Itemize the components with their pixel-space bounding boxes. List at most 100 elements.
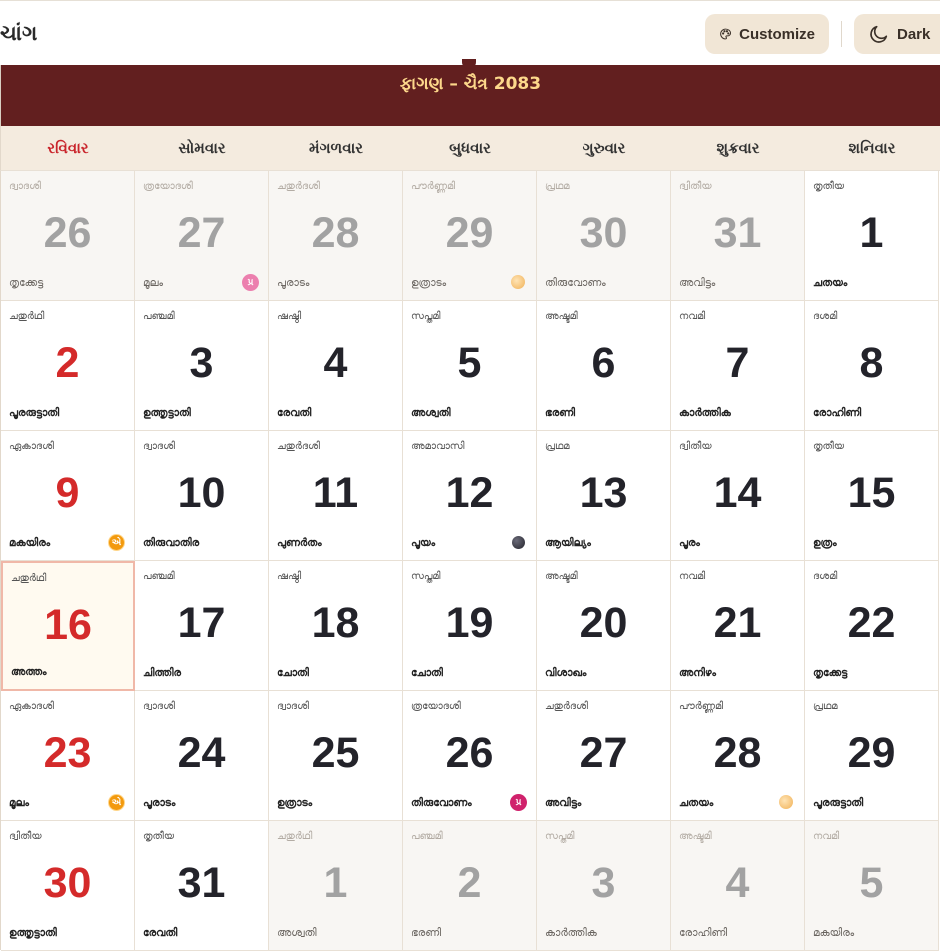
calendar-grid: ദ്വാദശി 26 തൃക്കേട്ട ത്രയോദശി 27 മൂലം પ્ર ചതുർദ… <box>0 170 940 951</box>
calendar-day[interactable]: ഷഷ്ഠി 4 രേവതി <box>269 301 403 431</box>
nakshatra-label: രേവതി <box>143 927 178 939</box>
calendar-day[interactable]: അമാവാസി 12 പൂയം <box>403 431 537 561</box>
calendar-day[interactable]: നവമി 5 മകയിരം <box>805 821 939 951</box>
tithi-label: ചതുർഥി <box>11 573 47 584</box>
tithi-label: പഞ്ചമി <box>143 311 175 322</box>
calendar-day[interactable]: പഞ്ചമി 3 ഉത്തൃട്ടാതി <box>135 301 269 431</box>
calendar-day[interactable]: തൃതീയ 15 ഉത്രം <box>805 431 939 561</box>
nakshatra-label: മകയിരം <box>813 927 855 939</box>
calendar-day[interactable]: അഷ്ടമി 6 ഭരണി <box>537 301 671 431</box>
tithi-label: ദശമി <box>813 311 838 322</box>
calendar-day[interactable]: ദ്വിതീയ 31 അവിട്ടം <box>671 171 805 301</box>
nakshatra-label: വിശാഖം <box>545 667 587 679</box>
event-badge: એ <box>108 794 125 811</box>
calendar-day-today[interactable]: ചതുർഥി 16 അത്തം <box>1 561 135 691</box>
calendar-day[interactable]: അഷ്ടമി 20 വിശാഖം <box>537 561 671 691</box>
tithi-label: സപ്തമി <box>411 571 441 582</box>
day-number: 15 <box>847 469 896 517</box>
calendar-day[interactable]: ദ്വിതീയ 30 ഉത്തൃട്ടാതി <box>1 821 135 951</box>
calendar-day[interactable]: പ്രഥമ 29 പൂരരുട്ടാതി <box>805 691 939 821</box>
calendar-day[interactable]: സപ്തമി 3 കാർത്തിക <box>537 821 671 951</box>
day-number: 6 <box>591 339 616 387</box>
customize-label: Customize <box>739 25 815 43</box>
calendar-day[interactable]: പൗർണ്ണമി 29 ഉത്രാടം <box>403 171 537 301</box>
tithi-label: നവമി <box>813 831 840 842</box>
nakshatra-label: മൂലം <box>143 277 163 289</box>
calendar-day[interactable]: ദ്വിതീയ 14 പൂരം <box>671 431 805 561</box>
calendar-day[interactable]: തൃതീയ 31 രേവതി <box>135 821 269 951</box>
calendar-day[interactable]: പ്രഥമ 13 ആയില്യം <box>537 431 671 561</box>
day-number: 1 <box>323 859 348 907</box>
nakshatra-label: ഭരണി <box>545 407 576 419</box>
calendar-day[interactable]: പഞ്ചമി 17 ചിത്തിര <box>135 561 269 691</box>
day-number: 20 <box>579 599 628 647</box>
weekday-tuesday: મંગળવાર <box>308 139 363 157</box>
calendar-day[interactable]: പ്രഥമ 30 തിരുവോണം <box>537 171 671 301</box>
calendar-day[interactable]: ഏകാദശി 23 മൂലം એ <box>1 691 135 821</box>
day-number: 1 <box>859 209 884 257</box>
nakshatra-label: അനിഴം <box>679 667 717 679</box>
dark-mode-button[interactable]: Dark <box>854 14 940 54</box>
calendar-day[interactable]: ദ്വാദശി 26 തൃക്കേട്ട <box>1 171 135 301</box>
calendar-day[interactable]: അഷ്ടമി 4 രോഹിണി <box>671 821 805 951</box>
calendar-day[interactable]: ചതുർദശി 11 പുണർതം <box>269 431 403 561</box>
tithi-label: ദ്വിതീയ <box>9 831 42 842</box>
calendar-day[interactable]: ചതുർഥി 1 അശ്വതി <box>269 821 403 951</box>
day-number: 29 <box>445 209 494 257</box>
calendar-day[interactable]: ഏകാദശി 9 മകയിരം એ <box>1 431 135 561</box>
full-moon-icon <box>511 275 525 289</box>
nakshatra-label: തിരുവോണം <box>411 797 472 809</box>
day-number: 5 <box>457 339 482 387</box>
day-number: 16 <box>44 601 92 649</box>
dark-label: Dark <box>897 25 931 43</box>
tithi-label: തൃതീയ <box>143 831 175 842</box>
calendar-day[interactable]: ത്രയോദശി 26 തിരുവോണം પ્ર <box>403 691 537 821</box>
calendar-day[interactable]: നവമി 21 അനിഴം <box>671 561 805 691</box>
calendar-day[interactable]: ചതുർഥി 2 പൂരരുട്ടാതി <box>1 301 135 431</box>
nakshatra-label: ഉത്തൃട്ടാതി <box>143 407 191 419</box>
header-notch <box>462 59 476 69</box>
tithi-label: ത്രയോദശി <box>143 181 193 192</box>
calendar-day[interactable]: സപ്തമി 5 അശ്വതി <box>403 301 537 431</box>
calendar-day[interactable]: ചതുർദശി 27 അവിട്ടം <box>537 691 671 821</box>
calendar-day[interactable]: പൗർണ്ണമി 28 ചതയം <box>671 691 805 821</box>
day-number: 23 <box>43 729 92 777</box>
calendar-day[interactable]: തൃതീയ 1 ചതയം <box>805 171 939 301</box>
weekday-friday: શુક્રવાર <box>716 139 760 157</box>
tithi-label: ദ്വിതീയ <box>679 181 712 192</box>
calendar-day[interactable]: ദശമി 8 രോഹിണി <box>805 301 939 431</box>
tithi-label: അഷ്ടമി <box>545 311 578 322</box>
day-number: 4 <box>323 339 348 387</box>
day-number: 14 <box>713 469 762 517</box>
day-number: 8 <box>859 339 884 387</box>
calendar-day[interactable]: ദ്വാദശി 24 പൂരാടം <box>135 691 269 821</box>
calendar-day[interactable]: പഞ്ചമി 2 ഭരണി <box>403 821 537 951</box>
month-title: ફાગણ – ચૈત્ર 2083 <box>399 74 542 94</box>
event-badge: પ્ર <box>510 794 527 811</box>
day-number: 22 <box>847 599 896 647</box>
nakshatra-label: രേവതി <box>277 407 312 419</box>
calendar-day[interactable]: ദശമി 22 തൃക്കേട്ട <box>805 561 939 691</box>
day-number: 24 <box>177 729 226 777</box>
calendar-day[interactable]: ത്രയോദശി 27 മൂലം પ્ર <box>135 171 269 301</box>
customize-button[interactable]: Customize <box>705 14 829 54</box>
tithi-label: പഞ്ചമി <box>143 571 175 582</box>
nakshatra-label: ചോതി <box>277 667 309 679</box>
tithi-label: പൗർണ്ണമി <box>679 701 724 712</box>
tithi-label: ചതുർദശി <box>277 441 320 452</box>
calendar-day[interactable]: ദ്വാദശി 25 ഉത്രാടം <box>269 691 403 821</box>
calendar-day[interactable]: സപ്തമി 19 ചോതി <box>403 561 537 691</box>
toolbar-divider <box>841 21 842 47</box>
day-number: 9 <box>55 469 80 517</box>
tithi-label: പഞ്ചമി <box>411 831 443 842</box>
tithi-label: ഷഷ്ഠി <box>277 311 302 322</box>
tithi-label: ചതുർഥി <box>9 311 45 322</box>
nakshatra-label: തൃക്കേട്ട <box>9 277 44 289</box>
calendar-day[interactable]: ചതുർദശി 28 പൂരാടം <box>269 171 403 301</box>
calendar-day[interactable]: നവമി 7 കാർത്തിക <box>671 301 805 431</box>
calendar-day[interactable]: ദ്വാദശി 10 തിരുവാതിര <box>135 431 269 561</box>
day-number: 31 <box>713 209 762 257</box>
nakshatra-label: തൃക്കേട്ട <box>813 667 848 679</box>
calendar-day[interactable]: ഷഷ്ഠി 18 ചോതി <box>269 561 403 691</box>
nakshatra-label: ഭരണി <box>411 927 442 939</box>
